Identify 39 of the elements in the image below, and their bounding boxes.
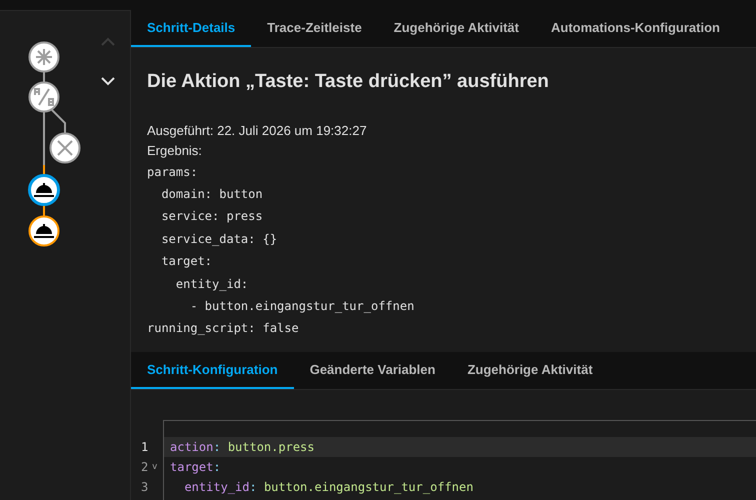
result-label: Ergebnis:: [147, 142, 203, 160]
tab[interactable]: Zugehörige Aktivität: [378, 10, 535, 47]
result-code-line: service_data: {}: [160, 230, 278, 248]
yaml-value: button.press: [228, 440, 315, 454]
line-number: 2: [141, 458, 148, 476]
chevron-up-icon: [101, 36, 115, 46]
yaml-key: target: [170, 460, 214, 474]
executed-time: Ausgeführt: 22. Juli 2026 um 19:32:27: [147, 122, 368, 140]
yaml-key: entity_id: [170, 480, 250, 494]
result-code-line: service: press: [160, 208, 263, 226]
tab[interactable]: Schritt-Details: [131, 10, 252, 47]
result-code-line: target:: [160, 253, 212, 270]
tab[interactable]: Zugehörige Aktivität: [451, 352, 609, 389]
result-code-line: domain: button: [160, 186, 263, 203]
yaml-colon: :: [213, 440, 222, 454]
step-title: Die Aktion „Taste: Taste drücken” ausführen: [147, 70, 550, 94]
yaml-colon: :: [249, 480, 258, 494]
line-number: 3: [141, 478, 148, 496]
graph-connector: [43, 72, 45, 82]
fold-marker[interactable]: v: [152, 460, 158, 474]
graph-connector: [51, 109, 66, 133]
result-code-line: - button.eingangstur_tur_offnen: [189, 298, 414, 315]
chevron-down-icon: [101, 76, 115, 86]
yaml-key: action: [170, 440, 214, 454]
cross-node-icon[interactable]: [50, 132, 80, 164]
yaml-value: button.eingangstur_tur_offnen: [264, 480, 474, 494]
ab-node-icon[interactable]: [28, 82, 60, 112]
line-number: 1: [141, 438, 148, 456]
result-code-line: entity_id:: [174, 276, 248, 293]
asterisk-node-icon[interactable]: [28, 42, 60, 72]
tab[interactable]: Geänderte Variablen: [294, 352, 452, 389]
yaml-colon: :: [213, 460, 221, 474]
bell-node-icon[interactable]: [28, 216, 60, 246]
tab[interactable]: Trace-Zeitleiste: [251, 10, 378, 47]
tab[interactable]: Automations-Konfiguration: [535, 10, 736, 47]
result-code-line: params:: [147, 164, 198, 180]
graph-connector: [43, 205, 45, 216]
bell-node-icon[interactable]: [28, 174, 60, 206]
result-code-line: running_script: false: [147, 320, 299, 338]
